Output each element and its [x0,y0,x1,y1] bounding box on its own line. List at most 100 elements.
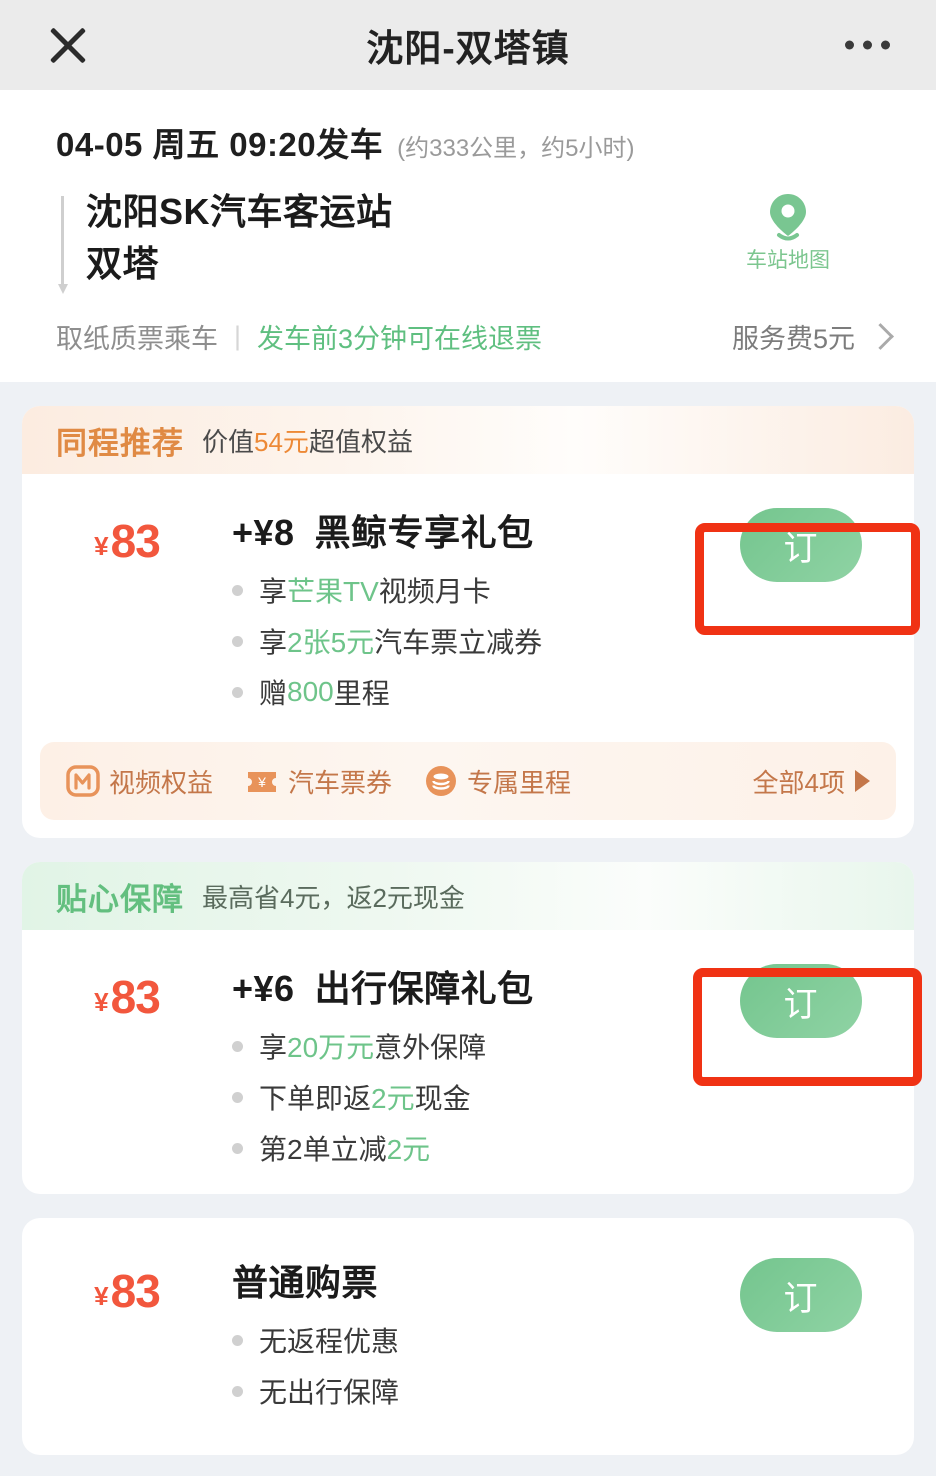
ticket-price: ¥83 [22,960,232,1024]
bullet-dot-icon [232,686,243,698]
mango-tv-icon [66,764,100,798]
bullet-dot-icon [232,584,243,596]
benefit-bullets: 享芒果TV 视频月卡 享 2张5元 汽车票立减券 赠 800 里程 [232,570,678,712]
benefit-label: 汽车票券 [288,767,393,798]
price-amount: 83 [110,971,161,1024]
route-connector-icon [58,196,68,294]
service-fee-group[interactable]: 服务费5元 [731,317,894,356]
bullet-pre: 赠 [259,678,288,710]
ticket-notice-row[interactable]: 取纸质票乘车 | 发车前3分钟可在线退票 服务费5元 [0,290,936,383]
departure-datetime: 04-05 周五 09:20发车 [56,126,384,163]
bullet-post: 汽车票立减券 [374,627,543,659]
stations-block: 沈阳SK汽车客运站 双塔 车站地图 [56,186,890,294]
bullet-post: 现金 [414,1083,471,1115]
ticket-option-card[interactable]: 贴心保障 最高省4元，返2元现金 ¥83 +¥6 出行保障礼包 享 20万元 意外保障 [22,862,914,1195]
benefit-label: 专属里程 [467,767,572,798]
benefits-strip[interactable]: 视频权益 ¥ 汽车票券 专属里程 全部4项 [40,742,896,821]
order-button[interactable]: 订 [740,508,862,583]
benefit-bullets: 享 20万元 意外保障 下单即返 2元 现金 第2单立减 2元 [232,1026,678,1168]
more-options-icon[interactable] [845,40,890,50]
paper-ticket-text: 取纸质票乘车 [56,323,218,354]
ticket-price: ¥83 [22,504,232,568]
trip-info-section: 04-05 周五 09:20发车 (约333公里，约5小时) 沈阳SK汽车客运站… [0,90,936,383]
bullet-dot-icon [232,1334,243,1346]
package-title: +¥8 黑鲸专享礼包 [232,504,678,556]
top-navigation-bar: 沈阳-双塔镇 [0,0,936,90]
banner-desc-post: 超值权益 [308,426,413,457]
view-all-benefits-button[interactable]: 全部4项 [753,763,870,800]
chevron-right-icon [867,322,894,350]
bullet-pre: 享 [259,627,288,659]
bullet-highlight: 2元 [371,1083,415,1115]
location-pin-icon [767,192,809,242]
bullet-highlight: 2元 [386,1134,431,1166]
bullet-highlight: 2张5元 [287,627,375,659]
benefit-label: 视频权益 [109,767,214,798]
view-all-label: 全部4项 [752,767,845,798]
benefit-item-mileage[interactable]: 专属里程 [424,763,571,800]
departure-line: 04-05 周五 09:20发车 (约333公里，约5小时) [56,118,890,166]
notice-divider: | [234,320,242,351]
triangle-right-icon [855,770,870,793]
ticket-option-card[interactable]: 同程推荐 价值54元超值权益 ¥83 +¥8黑鲸专享礼包 享芒果TV视频月卡 [22,406,914,839]
trip-distance-duration: (约333公里，约5小时) [397,135,635,162]
bullet-post: 里程 [333,678,390,710]
list-item: 赠 800 里程 [232,672,678,712]
refund-policy-text: 发车前3分钟可在线退票 [257,323,543,354]
benefit-item-coupon[interactable]: ¥ 汽车票券 [245,763,392,800]
ticket-price: ¥83 [22,1254,232,1318]
banner-description: 最高省4元，返2元现金 [202,882,465,913]
ticket-option-card[interactable]: ¥83 普通购票 无返程优惠 无出行保障 订 [22,1218,914,1456]
bullet-highlight: 800 [287,676,334,708]
benefit-item-video[interactable]: 视频权益 [66,763,213,800]
package-addon-price: +¥6 [232,968,295,1010]
bullet-pre: 下单即返 [259,1083,372,1115]
card-info: +¥8 黑鲸专享礼包 享芒果TV 视频月卡 享 2张5元 汽车票立减券 赠 80… [232,504,688,712]
bullet-pre: 第2单立减 [259,1134,387,1166]
order-button[interactable]: 订 [740,1258,862,1333]
bullet-dot-icon [232,1385,243,1397]
mileage-coins-icon [424,764,458,798]
station-map-button[interactable]: 车站地图 [728,192,848,274]
list-item: 无出行保障 [232,1371,678,1411]
banner-desc-highlight: 54元 [254,426,309,457]
bullet-pre: 无出行保障 [259,1377,400,1409]
currency-symbol: ¥ [94,1281,109,1312]
card-banner-protection: 贴心保障 最高省4元，返2元现金 [22,862,914,931]
close-icon[interactable] [42,19,94,71]
package-title: 普通购票 [232,1254,678,1306]
package-name: 出行保障礼包 [314,968,534,1010]
package-title: +¥6 出行保障礼包 [232,960,678,1012]
order-button[interactable]: 订 [740,964,862,1039]
ticket-coupon-icon: ¥ [245,764,279,798]
list-item: 无返程优惠 [232,1320,678,1360]
svg-text:¥: ¥ [257,774,266,790]
currency-symbol: ¥ [94,987,109,1018]
list-item: 享芒果TV 视频月卡 [232,570,678,610]
bullet-post: 视频月卡 [378,576,491,608]
banner-desc-pre: 价值 [202,426,255,457]
currency-symbol: ¥ [94,531,109,562]
list-item: 享 20万元 意外保障 [232,1026,678,1066]
price-amount: 83 [110,1265,161,1318]
station-map-label: 车站地图 [746,249,830,272]
app-screen: 沈阳-双塔镇 04-05 周五 09:20发车 (约333公里，约5小时) 沈阳… [0,0,936,1476]
card-banner-recommend: 同程推荐 价值54元超值权益 [22,406,914,475]
bullet-dot-icon [232,1091,243,1103]
package-addon-price: +¥8 [232,512,295,554]
price-amount: 83 [110,515,161,568]
page-title: 沈阳-双塔镇 [366,28,570,69]
benefit-bullets: 无返程优惠 无出行保障 [232,1320,678,1411]
bullet-pre: 享 [259,576,288,608]
service-fee-text: 服务费5元 [731,323,855,354]
list-item: 下单即返 2元 现金 [232,1077,678,1117]
list-item: 第2单立减 2元 [232,1128,678,1168]
bullet-dot-icon [232,635,243,647]
bullet-highlight: 20万元 [287,1032,375,1064]
bullet-dot-icon [232,1142,243,1154]
card-info: 普通购票 无返程优惠 无出行保障 [232,1254,688,1411]
bullet-pre: 享 [259,1032,288,1064]
list-item: 享 2张5元 汽车票立减券 [232,621,678,661]
banner-tag: 贴心保障 [56,881,184,917]
bullet-dot-icon [232,1040,243,1052]
